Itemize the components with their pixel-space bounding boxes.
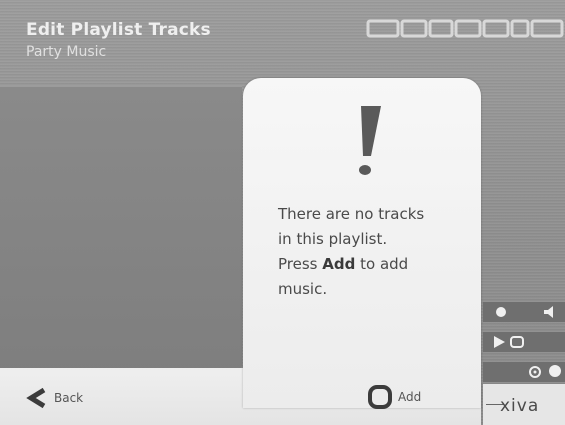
xiva-logo: xiva <box>500 396 540 416</box>
message-line: music. <box>278 280 328 298</box>
control-row <box>483 332 565 352</box>
message-to-add-text: to add <box>355 255 409 273</box>
repeat-icon[interactable] <box>509 334 525 350</box>
message-line: Press Add to add <box>278 252 468 277</box>
settings-icon[interactable] <box>527 364 543 380</box>
back-button[interactable]: Back <box>26 386 83 410</box>
message-line: in this playlist. <box>278 230 388 248</box>
record-icon[interactable] <box>493 304 509 320</box>
add-circle-icon <box>368 385 392 409</box>
control-row <box>483 362 565 382</box>
back-arrow-icon <box>26 387 46 409</box>
chat-icon[interactable] <box>547 364 563 380</box>
message-press-text: Press <box>278 255 323 273</box>
page-subtitle: Party Music <box>26 44 107 60</box>
play-icon[interactable] <box>491 334 507 350</box>
left-panel <box>0 86 242 382</box>
message-line: There are no tracks <box>278 205 425 223</box>
back-label: Back <box>54 391 84 405</box>
marantz-logo-icon <box>366 19 564 38</box>
add-label: Add <box>398 390 422 404</box>
screen: Edit Playlist Tracks Party Music There a… <box>0 0 565 425</box>
brand-logo <box>366 18 565 40</box>
page-title: Edit Playlist Tracks <box>26 20 211 40</box>
volume-icon[interactable] <box>541 304 557 320</box>
add-button[interactable]: Add <box>368 384 421 410</box>
empty-playlist-message: There are no tracks in this playlist. Pr… <box>278 202 468 302</box>
exclamation-icon <box>345 104 385 180</box>
message-add-keyword: Add <box>322 255 356 273</box>
control-row <box>483 302 565 322</box>
